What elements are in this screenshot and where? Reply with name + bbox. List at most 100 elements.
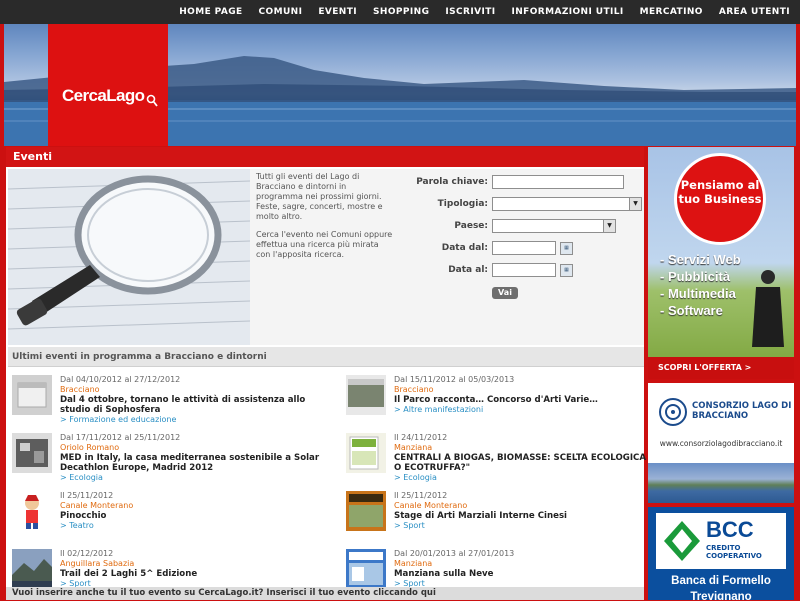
- event-thumbnail: [12, 491, 52, 531]
- event-location[interactable]: Manziana: [394, 443, 656, 453]
- event-item[interactable]: Il 24/11/2012 Manziana CENTRALI A BIOGAS…: [342, 427, 660, 485]
- event-thumbnail: [12, 433, 52, 473]
- event-category[interactable]: > Ecologia: [60, 473, 322, 483]
- nav-area-utenti[interactable]: AREA UTENTI: [719, 7, 790, 17]
- chevron-down-icon: ▼: [603, 220, 615, 232]
- event-date: Il 24/11/2012: [394, 433, 448, 442]
- type-row: Tipologia: ▼: [400, 197, 644, 213]
- event-location[interactable]: Canale Monterano: [394, 501, 656, 511]
- consorzio-name: CONSORZIO LAGO DI BRACCIANO: [692, 401, 792, 421]
- ad-business-services[interactable]: Pensiamo al tuo Business - Servizi Web -…: [648, 147, 794, 379]
- magnifier-logo-icon: [146, 94, 158, 107]
- event-title[interactable]: Stage di Arti Marziali Interne Cinesi: [394, 511, 656, 521]
- lake-photo: [648, 463, 794, 503]
- keyword-row: Parola chiave:: [400, 175, 644, 191]
- event-date: Dal 17/11/2012 al 25/11/2012: [60, 433, 181, 442]
- upcoming-events-header: Ultimi eventi in programma a Bracciano e…: [8, 347, 644, 367]
- calendar-icon[interactable]: ▦: [560, 242, 573, 255]
- date-to-label: Data al:: [448, 265, 488, 275]
- event-category[interactable]: > Sport: [394, 521, 656, 531]
- event-item[interactable]: Dal 17/11/2012 al 25/11/2012 Oriolo Roma…: [8, 427, 326, 485]
- type-label: Tipologia:: [437, 199, 488, 209]
- event-date: Dal 20/01/2013 al 27/01/2013: [394, 549, 515, 558]
- calendar-icon[interactable]: ▦: [560, 264, 573, 277]
- event-date: Il 02/12/2012: [60, 549, 114, 558]
- event-title[interactable]: Trail dei 2 Laghi 5^ Edizione: [60, 569, 322, 579]
- keyword-input[interactable]: [492, 175, 624, 189]
- event-location[interactable]: Anguillara Sabazia: [60, 559, 322, 569]
- event-thumbnail: [12, 549, 52, 589]
- event-thumbnail: [346, 491, 386, 531]
- ad1-item: - Multimedia: [660, 286, 736, 301]
- nav-shopping[interactable]: SHOPPING: [373, 7, 429, 17]
- bcc-logo-area: BCC CREDITO COOPERATIVO: [656, 513, 786, 569]
- town-label: Paese:: [454, 221, 488, 231]
- ad1-item: - Software: [660, 303, 723, 318]
- event-location[interactable]: Canale Monterano: [60, 501, 322, 511]
- nav-mercatino[interactable]: MERCATINO: [640, 7, 703, 17]
- intro-paragraph-2: Cerca l'evento nei Comuni oppure effettu…: [256, 230, 393, 259]
- search-submit-button[interactable]: Vai: [492, 287, 518, 299]
- event-category[interactable]: > Altre manifestazioni: [394, 405, 656, 415]
- type-select[interactable]: ▼: [492, 197, 642, 211]
- bcc-logo-icon: [664, 521, 700, 561]
- magnifying-glass-image: [8, 169, 250, 345]
- logo-text: CercaLago: [62, 86, 145, 105]
- event-date: Il 25/11/2012: [60, 491, 114, 500]
- event-category[interactable]: > Formazione ed educazione: [60, 415, 322, 425]
- event-title[interactable]: Dal 4 ottobre, tornano le attività di as…: [60, 395, 322, 415]
- add-event-footer[interactable]: Vuoi inserire anche tu il tuo evento su …: [6, 587, 644, 600]
- event-category[interactable]: > Teatro: [60, 521, 322, 531]
- event-date: Dal 15/11/2012 al 05/03/2013: [394, 375, 515, 384]
- event-date: Il 25/11/2012: [394, 491, 448, 500]
- ad-bcc-bank[interactable]: BCC CREDITO COOPERATIVO Banca di Formell…: [648, 507, 794, 600]
- date-from-input[interactable]: [492, 241, 556, 255]
- nav-informazioni-utili[interactable]: INFORMAZIONI UTILI: [511, 7, 623, 17]
- intro-paragraph-1: Tutti gli eventi del Lago di Bracciano e…: [256, 172, 383, 221]
- event-location[interactable]: Oriolo Romano: [60, 443, 322, 453]
- chevron-down-icon: ▼: [629, 198, 641, 210]
- consorzio-logo-icon: [659, 398, 687, 426]
- events-header: Eventi: [6, 147, 644, 167]
- event-thumbnail: [346, 433, 386, 473]
- event-item[interactable]: Il 25/11/2012 Canale Monterano Pinocchio…: [8, 485, 326, 543]
- event-title[interactable]: MED in Italy, la casa mediterranea soste…: [60, 453, 322, 473]
- site-logo[interactable]: CercaLago: [48, 24, 168, 146]
- ad1-services-list: - Servizi Web - Pubblicità - Multimedia …: [660, 251, 741, 319]
- bank-name: Banca di Formello: [671, 575, 771, 587]
- event-title[interactable]: Manziana sulla Neve: [394, 569, 656, 579]
- ad1-item: - Pubblicità: [660, 269, 731, 284]
- event-thumbnail: [346, 375, 386, 415]
- event-item[interactable]: Dal 15/11/2012 al 05/03/2013 Bracciano I…: [342, 369, 660, 427]
- header-banner: CercaLago: [4, 24, 796, 146]
- event-item[interactable]: Il 25/11/2012 Canale Monterano Stage di …: [342, 485, 660, 543]
- nav-home[interactable]: HOME PAGE: [179, 7, 242, 17]
- nav-comuni[interactable]: COMUNI: [259, 7, 303, 17]
- bcc-logo-text: BCC: [706, 517, 754, 542]
- event-title[interactable]: CENTRALI A BIOGAS, BIOMASSE: SCELTA ECOL…: [394, 453, 656, 473]
- nav-eventi[interactable]: EVENTI: [318, 7, 357, 17]
- bank-town: Trevignano: [690, 591, 752, 600]
- keyword-label: Parola chiave:: [416, 177, 488, 187]
- date-to-row: Data al: ▦: [400, 263, 644, 279]
- event-title[interactable]: Pinocchio: [60, 511, 322, 521]
- event-thumbnail: [12, 375, 52, 415]
- nav-iscriviti[interactable]: ISCRIVITI: [445, 7, 495, 17]
- event-thumbnail: [346, 549, 386, 589]
- businessman-figure: [752, 270, 784, 347]
- date-from-label: Data dal:: [441, 243, 488, 253]
- date-to-input[interactable]: [492, 263, 556, 277]
- ad1-cta[interactable]: SCOPRI L'OFFERTA >: [648, 357, 794, 379]
- event-location[interactable]: Bracciano: [394, 385, 656, 395]
- ad-consorzio-lago[interactable]: CONSORZIO LAGO DI BRACCIANO www.consorzi…: [648, 383, 794, 503]
- event-category[interactable]: > Ecologia: [394, 473, 656, 483]
- event-location[interactable]: Manziana: [394, 559, 656, 569]
- ad1-item: - Servizi Web: [660, 252, 741, 267]
- main-nav: HOME PAGE COMUNI EVENTI SHOPPING ISCRIVI…: [179, 0, 790, 24]
- town-row: Paese: ▼: [400, 219, 644, 235]
- event-title[interactable]: Il Parco racconta… Concorso d'Arti Varie…: [394, 395, 656, 405]
- event-item[interactable]: Dal 04/10/2012 al 27/12/2012 Bracciano D…: [8, 369, 326, 427]
- town-select[interactable]: ▼: [492, 219, 616, 233]
- event-location[interactable]: Bracciano: [60, 385, 322, 395]
- consorzio-url[interactable]: www.consorziolagodibracciano.it: [648, 439, 794, 448]
